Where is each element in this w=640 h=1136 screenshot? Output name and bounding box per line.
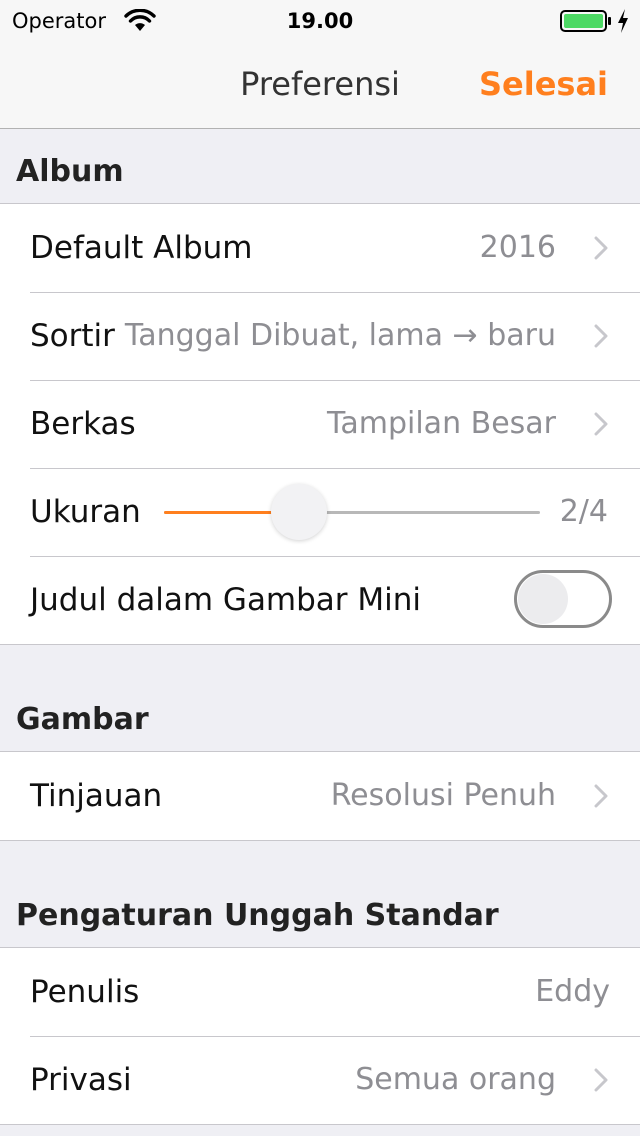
preview-row[interactable]: Tinjauan Resolusi Penuh <box>0 752 640 840</box>
size-slider[interactable] <box>164 484 540 540</box>
section-header-image: Gambar <box>16 702 149 737</box>
sort-value: Tanggal Dibuat, lama → baru <box>124 318 556 353</box>
section-header-upload: Pengaturan Unggah Standar <box>16 898 499 933</box>
battery-icon <box>560 10 611 32</box>
preview-label: Tinjauan <box>30 778 163 814</box>
chevron-right-icon <box>594 236 608 260</box>
size-label: Ukuran <box>30 494 141 530</box>
done-button[interactable]: Selesai <box>479 64 608 104</box>
chevron-right-icon <box>594 324 608 348</box>
files-label: Berkas <box>30 406 136 442</box>
default-album-value: 2016 <box>479 230 556 265</box>
size-slider-thumb[interactable] <box>271 484 328 540</box>
album-settings-group: Default Album 2016 Sortir Tanggal Dibuat… <box>0 203 640 645</box>
upload-settings-group: Penulis Eddy Privasi Semua orang <box>0 947 640 1125</box>
navigation-bar: Preferensi Selesai <box>0 40 640 129</box>
default-album-label: Default Album <box>30 230 253 266</box>
files-row[interactable]: Berkas Tampilan Besar <box>0 380 640 468</box>
thumbnail-titles-toggle[interactable] <box>514 570 612 628</box>
status-time: 19.00 <box>286 9 354 33</box>
default-album-row[interactable]: Default Album 2016 <box>0 204 640 292</box>
image-settings-group: Tinjauan Resolusi Penuh <box>0 751 640 841</box>
charging-bolt-icon <box>618 9 628 33</box>
author-row[interactable]: Penulis Eddy <box>0 948 640 1036</box>
thumbnail-titles-row: Judul dalam Gambar Mini <box>0 556 640 644</box>
privacy-value: Semua orang <box>355 1062 556 1097</box>
privacy-label: Privasi <box>30 1062 132 1098</box>
privacy-row[interactable]: Privasi Semua orang <box>0 1036 640 1124</box>
chevron-right-icon <box>594 412 608 436</box>
preview-value: Resolusi Penuh <box>330 778 556 813</box>
author-value[interactable]: Eddy <box>535 972 610 1012</box>
chevron-right-icon <box>594 784 608 808</box>
status-bar: Operator 19.00 <box>0 0 640 40</box>
chevron-right-icon <box>594 1068 608 1092</box>
size-value: 2/4 <box>559 494 608 529</box>
sort-row[interactable]: Sortir Tanggal Dibuat, lama → baru <box>0 292 640 380</box>
sort-label: Sortir <box>30 318 115 354</box>
thumbnail-titles-label: Judul dalam Gambar Mini <box>30 582 422 618</box>
size-row: Ukuran 2/4 <box>0 468 640 556</box>
author-label: Penulis <box>30 974 140 1010</box>
section-header-album: Album <box>16 154 124 189</box>
files-value: Tampilan Besar <box>327 406 556 441</box>
toggle-knob <box>518 574 568 624</box>
